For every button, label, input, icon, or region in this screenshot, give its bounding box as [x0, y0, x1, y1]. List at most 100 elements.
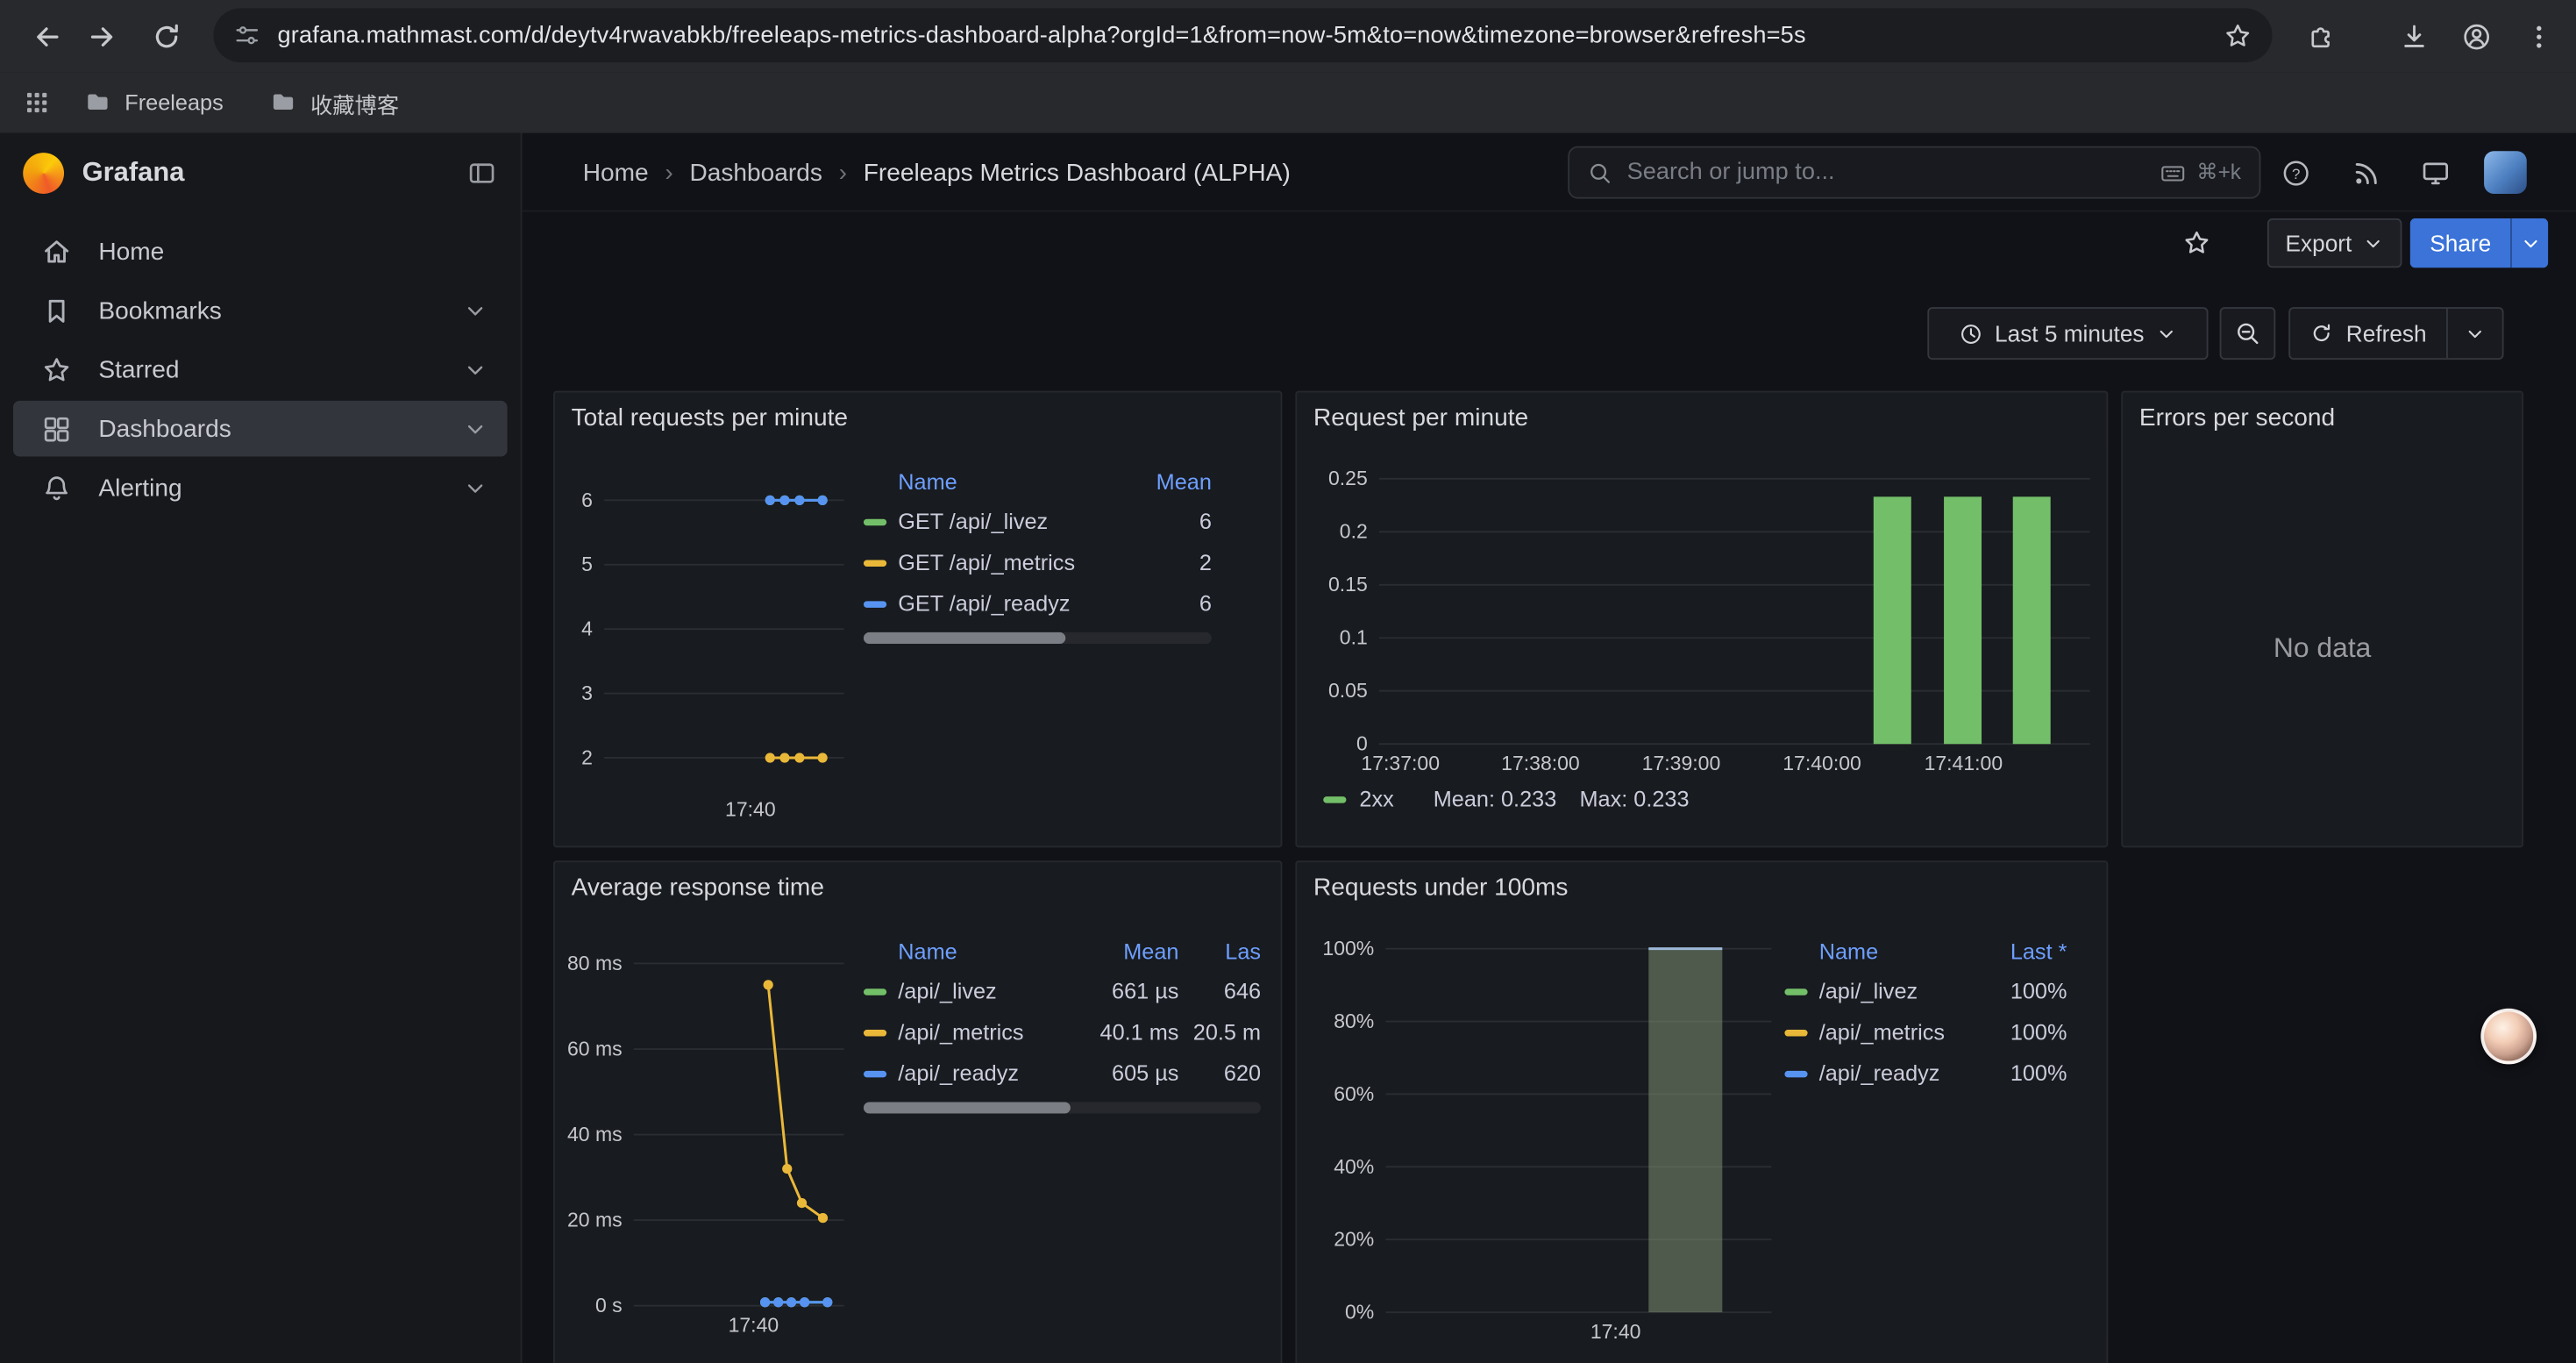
- keyboard-icon: [2159, 159, 2187, 187]
- legend-header: NameMean: [864, 461, 1212, 501]
- chevron-down-icon: [2465, 323, 2486, 344]
- legend-table: NameMeanGET /api/_livez6GET /api/_metric…: [864, 461, 1270, 644]
- refresh-button[interactable]: Refresh: [2290, 309, 2446, 358]
- share-button[interactable]: Share: [2410, 218, 2511, 268]
- series-name[interactable]: 2xx: [1359, 787, 1393, 811]
- search-input[interactable]: Search or jump to... ⌘+k: [1568, 146, 2260, 199]
- legend-table: NameLast * /api/_livez100%/api/_metrics10…: [1784, 931, 2070, 1094]
- share-menu-button[interactable]: [2511, 218, 2549, 268]
- forward-button[interactable]: [79, 13, 125, 59]
- export-button[interactable]: Export: [2267, 218, 2402, 268]
- legend-column-header[interactable]: Mean: [1107, 469, 1212, 494]
- browser-menu-button[interactable]: [2516, 13, 2561, 59]
- series-value: 6: [1107, 591, 1212, 616]
- svg-text:0.05: 0.05: [1328, 679, 1368, 702]
- legend-row[interactable]: GET /api/_livez6: [864, 501, 1212, 542]
- sidebar-item-alerting[interactable]: Alerting: [13, 460, 508, 516]
- legend-column-header[interactable]: Last *: [1952, 938, 2067, 963]
- site-info-icon[interactable]: [233, 21, 261, 49]
- chevron-down-icon[interactable]: [463, 298, 487, 323]
- legend-column-header[interactable]: Name: [1819, 938, 1953, 963]
- grafana-logo[interactable]: [23, 152, 64, 193]
- chart-svg: 80 ms60 ms40 ms20 ms0 s17:40: [561, 928, 850, 1342]
- bookmark-item[interactable]: Freeleaps: [83, 89, 223, 117]
- folder-icon: [269, 89, 297, 117]
- chevron-down-icon[interactable]: [463, 357, 487, 382]
- legend-row[interactable]: /api/_readyz100%: [1784, 1053, 2067, 1094]
- series-name: GET /api/_livez: [898, 509, 1107, 533]
- extensions-button[interactable]: [2295, 13, 2341, 59]
- favorite-star-icon[interactable]: [2182, 228, 2212, 258]
- sidebar-item-starred[interactable]: Starred: [13, 341, 508, 397]
- scrollbar-thumb[interactable]: [864, 632, 1065, 644]
- reload-button[interactable]: [143, 13, 189, 59]
- back-button[interactable]: [23, 13, 68, 59]
- svg-text:40 ms: 40 ms: [567, 1123, 623, 1145]
- legend-row[interactable]: /api/_metrics40.1 ms20.5 m: [864, 1011, 1261, 1053]
- series-value: 620: [1178, 1061, 1261, 1086]
- sidebar-item-dashboards[interactable]: Dashboards: [13, 401, 508, 457]
- browser-toolbar: grafana.mathmast.com/d/deytv4rwavabkb/fr…: [0, 0, 2576, 72]
- sidebar-item-home[interactable]: Home: [13, 224, 508, 280]
- legend-row[interactable]: GET /api/_readyz6: [864, 583, 1212, 624]
- chevron-down-icon[interactable]: [463, 475, 487, 500]
- panel-title[interactable]: Request per minute: [1313, 404, 1528, 432]
- news-button[interactable]: [2346, 153, 2386, 192]
- bar-chart[interactable]: 100%80%60%40%20%0%17:40: [1310, 928, 1778, 1348]
- kiosk-mode-button[interactable]: [2415, 153, 2454, 192]
- breadcrumb-item[interactable]: Home: [583, 159, 649, 187]
- url-text[interactable]: grafana.mathmast.com/d/deytv4rwavabkb/fr…: [277, 22, 2206, 48]
- refresh-label: Refresh: [2346, 320, 2427, 346]
- assistant-avatar[interactable]: [2480, 1009, 2537, 1065]
- panel-title[interactable]: Average response time: [572, 874, 824, 902]
- time-range-picker[interactable]: Last 5 minutes: [1927, 307, 2208, 360]
- legend-row[interactable]: /api/_metrics100%: [1784, 1011, 2067, 1053]
- timeseries-chart[interactable]: 6543217:40: [561, 458, 850, 825]
- chevron-down-icon[interactable]: [463, 417, 487, 441]
- refresh-icon: [2310, 322, 2333, 345]
- timeseries-chart[interactable]: 80 ms60 ms40 ms20 ms0 s17:40: [561, 928, 850, 1342]
- legend-row[interactable]: /api/_livez100%: [1784, 971, 2067, 1012]
- legend-row[interactable]: /api/_livez661 µs646: [864, 971, 1261, 1012]
- svg-text:20 ms: 20 ms: [567, 1209, 623, 1231]
- panel-title[interactable]: Total requests per minute: [572, 404, 848, 432]
- chart-svg: 6543217:40: [561, 458, 850, 825]
- kebab-menu-icon: [2523, 20, 2554, 52]
- apps-grid-icon[interactable]: [23, 89, 51, 117]
- legend-table: NameMeanLas/api/_livez661 µs646/api/_met…: [864, 931, 1274, 1114]
- folder-icon: [83, 89, 111, 117]
- legend-scrollbar[interactable]: [864, 632, 1212, 644]
- sidebar-item-bookmarks[interactable]: Bookmarks: [13, 282, 508, 339]
- svg-text:60 ms: 60 ms: [567, 1037, 623, 1060]
- screen: grafana.mathmast.com/d/deytv4rwavabkb/fr…: [0, 0, 2576, 1363]
- legend-column-header[interactable]: Name: [898, 938, 1050, 963]
- profile-button[interactable]: [2453, 13, 2499, 59]
- bookmark-item[interactable]: 收藏博客: [269, 86, 399, 118]
- legend-scrollbar[interactable]: [864, 1102, 1261, 1113]
- url-bar[interactable]: grafana.mathmast.com/d/deytv4rwavabkb/fr…: [213, 8, 2272, 62]
- zoom-out-button[interactable]: [2220, 307, 2276, 360]
- legend-row[interactable]: /api/_readyz605 µs620: [864, 1053, 1261, 1094]
- series-color-swatch: [864, 518, 886, 525]
- help-button[interactable]: ?: [2275, 153, 2315, 192]
- refresh-interval-button[interactable]: [2446, 309, 2502, 358]
- legend-column-header[interactable]: Name: [898, 469, 1107, 494]
- legend-column-header[interactable]: Las: [1178, 938, 1261, 963]
- legend-column-header[interactable]: Mean: [1050, 938, 1178, 963]
- svg-text:4: 4: [581, 617, 593, 640]
- breadcrumb-item[interactable]: Dashboards: [689, 159, 822, 187]
- svg-text:0.15: 0.15: [1328, 573, 1368, 596]
- dashboards-icon: [41, 413, 73, 445]
- downloads-button[interactable]: [2390, 13, 2436, 59]
- user-avatar[interactable]: [2484, 151, 2527, 194]
- scrollbar-thumb[interactable]: [864, 1102, 1071, 1113]
- series-name: GET /api/_readyz: [898, 591, 1107, 616]
- bar-chart[interactable]: 0.250.20.150.10.05017:37:0017:38:0017:39…: [1310, 458, 2096, 780]
- bookmark-star-icon[interactable]: [2223, 20, 2252, 50]
- sidebar-toggle-icon[interactable]: [466, 157, 498, 189]
- panel-title[interactable]: Errors per second: [2139, 404, 2335, 432]
- breadcrumb-item: Freeleaps Metrics Dashboard (ALPHA): [864, 159, 1291, 187]
- legend-row[interactable]: GET /api/_metrics2: [864, 542, 1212, 583]
- panel-title[interactable]: Requests under 100ms: [1313, 874, 1568, 902]
- series-value: 605 µs: [1050, 1061, 1178, 1086]
